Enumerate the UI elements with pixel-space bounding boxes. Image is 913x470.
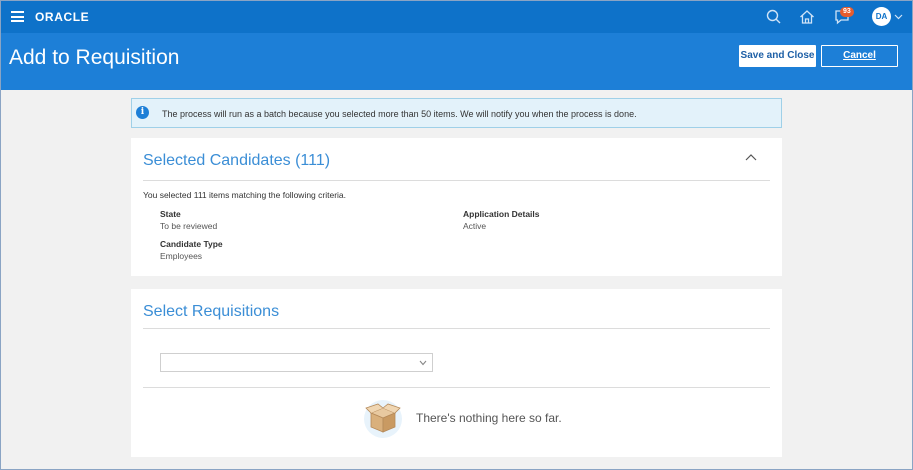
divider	[143, 180, 770, 181]
page-header: Add to Requisition Save and Close Cancel	[1, 33, 912, 90]
top-navbar: ORACLE 93 DA	[1, 1, 912, 33]
info-message: The process will run as a batch because …	[162, 109, 637, 119]
divider	[143, 387, 770, 388]
requisition-select[interactable]	[160, 353, 433, 372]
user-avatar[interactable]: DA	[872, 7, 891, 26]
page-title: Add to Requisition	[9, 46, 180, 69]
divider	[143, 328, 770, 329]
selection-summary: You selected 111 items matching the foll…	[143, 190, 347, 200]
select-requisitions-panel: Select Requisitions There's nothing here…	[131, 289, 782, 457]
empty-state-message: There's nothing here so far.	[416, 411, 562, 425]
save-and-close-button[interactable]: Save and Close	[739, 45, 816, 67]
chevron-down-icon[interactable]	[894, 13, 903, 21]
info-banner: i The process will run as a batch becaus…	[131, 98, 782, 128]
criteria-value-application-details: Active	[463, 221, 487, 231]
criteria-value-candidate-type: Employees	[160, 251, 203, 261]
info-icon: i	[136, 106, 149, 119]
criteria-label-application-details: Application Details	[463, 209, 540, 219]
criteria-label-state: State	[160, 209, 181, 219]
criteria-value-state: To be reviewed	[160, 221, 218, 231]
criteria-label-candidate-type: Candidate Type	[160, 239, 223, 249]
cancel-button[interactable]: Cancel	[821, 45, 898, 67]
search-icon[interactable]	[765, 8, 783, 26]
oracle-logo[interactable]: ORACLE	[35, 10, 89, 24]
menu-icon[interactable]	[11, 11, 24, 22]
home-icon[interactable]	[798, 8, 816, 26]
select-requisitions-title: Select Requisitions	[143, 303, 280, 320]
notification-badge[interactable]: 93	[840, 7, 854, 17]
chevron-down-icon[interactable]	[419, 360, 427, 366]
selected-candidates-title: Selected Candidates (111)	[143, 152, 331, 169]
empty-box-icon	[364, 400, 402, 438]
selected-candidates-panel: Selected Candidates (111) You selected 1…	[131, 138, 782, 276]
chevron-up-icon[interactable]	[745, 153, 757, 162]
